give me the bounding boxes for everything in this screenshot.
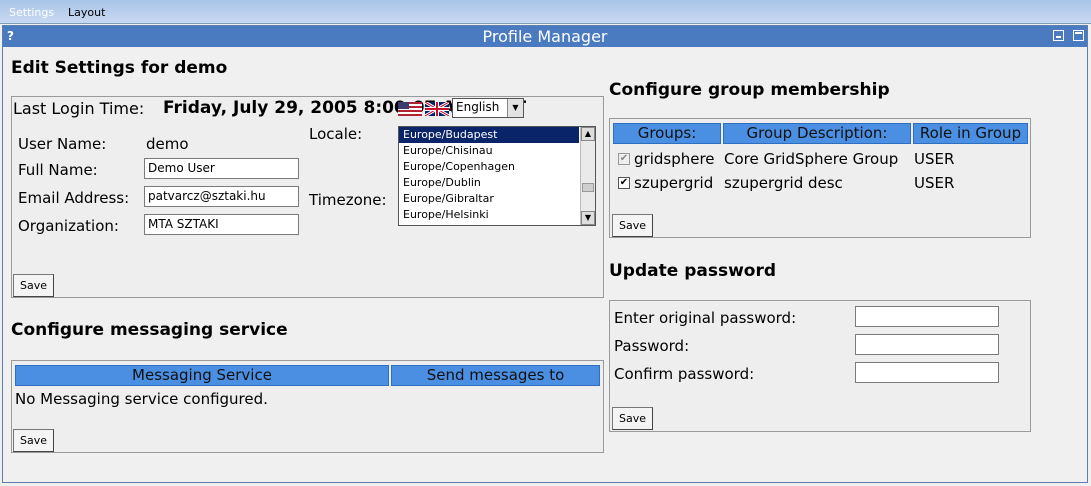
messaging-empty-text: No Messaging service configured.	[15, 390, 268, 408]
window-titlebar: ? Profile Manager	[3, 26, 1087, 47]
uk-flag-icon	[425, 102, 449, 116]
scroll-down-icon[interactable]: ▼	[581, 211, 595, 225]
last-login-label: Last Login Time:	[13, 99, 145, 118]
scroll-thumb[interactable]	[582, 183, 594, 192]
timezone-option[interactable]: Europe/Dublin	[399, 175, 579, 191]
group-save-button[interactable]: Save	[612, 214, 654, 237]
role-column-header: Role in Group	[913, 123, 1028, 144]
timezone-option[interactable]: Europe/Gibraltar	[399, 191, 579, 207]
timezone-option-selected[interactable]: Europe/Budapest	[399, 127, 579, 143]
group-membership-heading: Configure group membership	[609, 80, 890, 100]
timezone-option[interactable]: Europe/Copenhagen	[399, 159, 579, 175]
timezone-scrollbar[interactable]: ▲ ▼	[580, 127, 595, 225]
group-description-column-header: Group Description:	[723, 123, 911, 144]
email-field[interactable]: patvarcz@sztaki.hu	[144, 186, 299, 207]
chevron-down-icon[interactable]: ▼	[507, 99, 523, 117]
menu-settings[interactable]: Settings	[9, 6, 54, 19]
scroll-up-icon[interactable]: ▲	[581, 127, 595, 141]
timezone-option[interactable]: Europe/Helsinki	[399, 207, 579, 223]
organization-field[interactable]: MTA SZTAKI	[144, 214, 299, 235]
fullname-field[interactable]: Demo User	[144, 158, 299, 179]
password-label: Password:	[614, 337, 690, 355]
password-save-button[interactable]: Save	[612, 407, 654, 430]
password-field[interactable]	[855, 334, 999, 355]
gridsphere-checkbox[interactable]: ✔	[618, 153, 630, 165]
messaging-save-button[interactable]: Save	[13, 429, 55, 452]
menu-layout[interactable]: Layout	[68, 6, 105, 19]
original-password-label: Enter original password:	[614, 309, 797, 327]
group-description: Core GridSphere Group	[724, 150, 899, 168]
group-name: szupergrid	[634, 174, 714, 192]
edit-settings-heading: Edit Settings for demo	[11, 58, 228, 78]
group-role: USER	[914, 174, 955, 192]
locale-label: Locale:	[309, 125, 363, 143]
groups-column-header: Groups:	[613, 123, 721, 144]
organization-label: Organization:	[18, 217, 119, 235]
original-password-field[interactable]	[855, 306, 999, 327]
locale-select[interactable]: English ▼	[452, 98, 524, 118]
window-title: Profile Manager	[482, 27, 608, 46]
send-messages-column-header: Send messages to	[391, 365, 600, 386]
timezone-option[interactable]: Europe/Chisinau	[399, 143, 579, 159]
group-description: szupergrid desc	[724, 174, 843, 192]
timezone-label: Timezone:	[309, 191, 387, 209]
confirm-password-label: Confirm password:	[614, 365, 755, 383]
messaging-service-column-header: Messaging Service	[15, 365, 389, 386]
confirm-password-field[interactable]	[855, 362, 999, 383]
timezone-listbox[interactable]: Europe/Budapest Europe/Chisinau Europe/C…	[398, 126, 596, 226]
maximize-icon[interactable]	[1073, 30, 1084, 41]
szupergrid-checkbox[interactable]: ✔	[618, 177, 630, 189]
fullname-label: Full Name:	[18, 161, 98, 179]
username-label: User Name:	[18, 135, 107, 153]
minimize-icon[interactable]	[1053, 30, 1064, 41]
messaging-heading: Configure messaging service	[11, 320, 288, 340]
username-value: demo	[146, 135, 189, 153]
locale-select-value: English	[456, 100, 500, 114]
update-password-heading: Update password	[609, 261, 777, 281]
group-role: USER	[914, 150, 955, 168]
group-name: gridsphere	[634, 150, 715, 168]
edit-settings-save-button[interactable]: Save	[13, 274, 55, 297]
us-flag-icon	[398, 102, 422, 116]
email-label: Email Address:	[18, 189, 130, 207]
top-menu-bar: Settings Layout	[0, 0, 1091, 24]
